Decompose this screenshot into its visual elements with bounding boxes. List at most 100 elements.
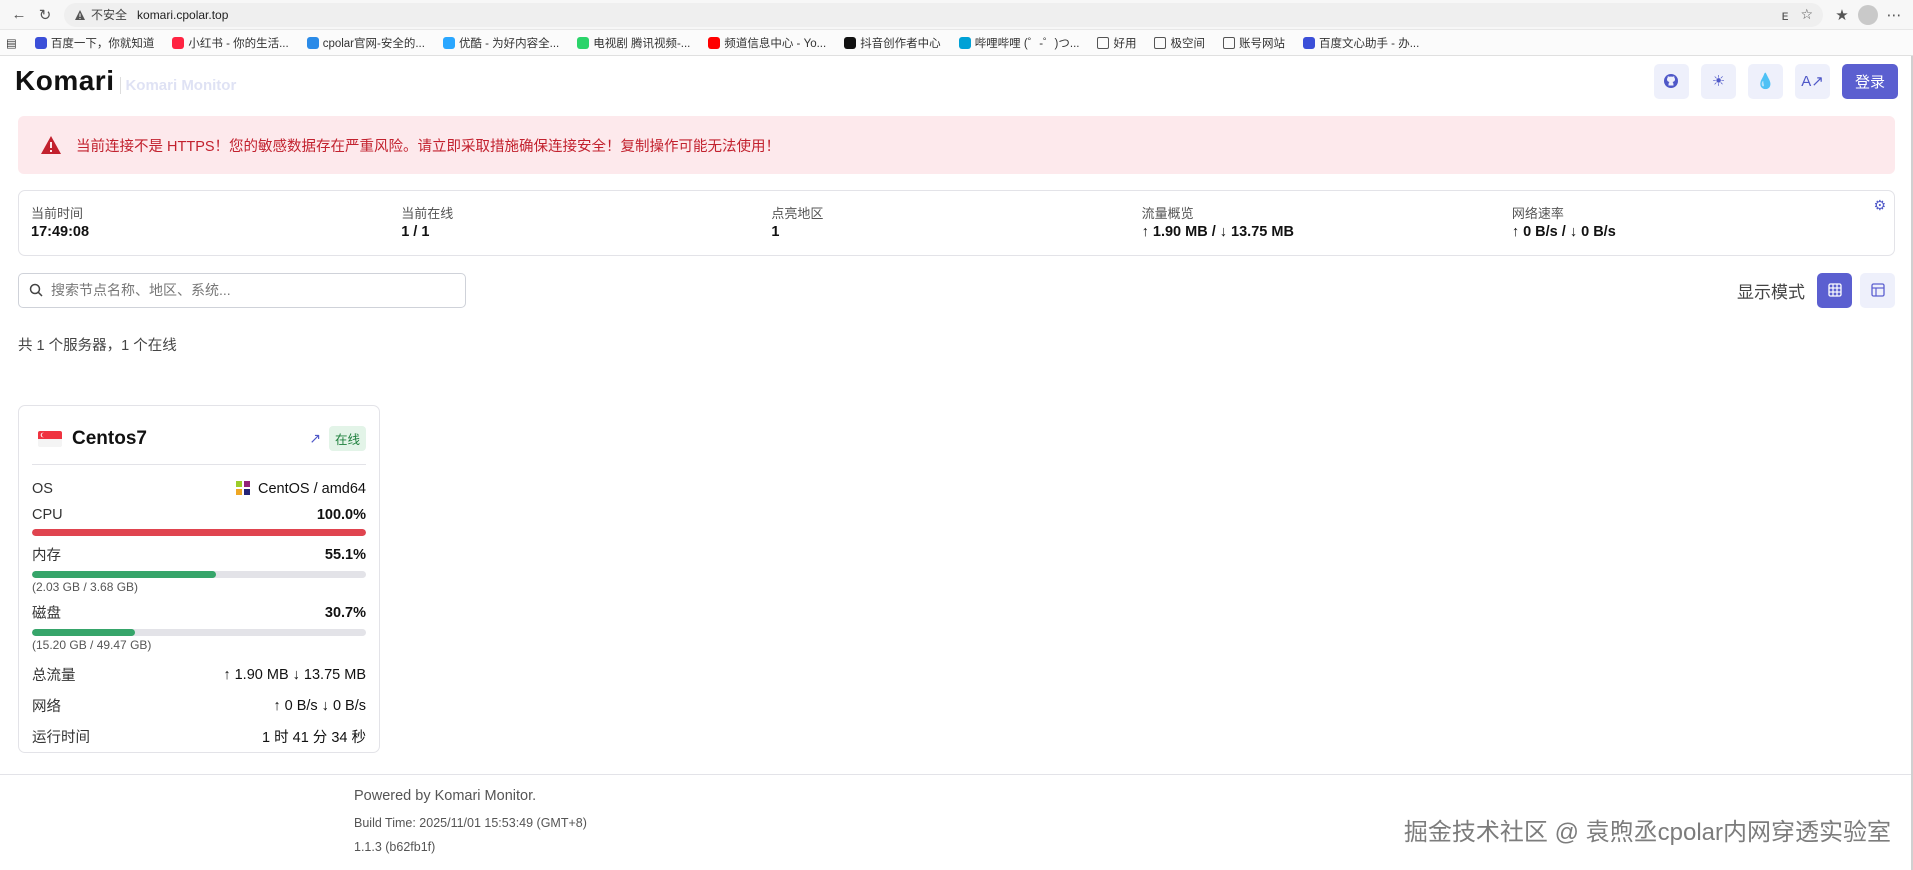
bookmark-item[interactable]: 账号网站: [1222, 35, 1285, 51]
more-icon[interactable]: ⋯: [1881, 2, 1907, 28]
os-label: OS: [32, 480, 53, 497]
settings-gear-icon[interactable]: ⚙: [1873, 197, 1886, 214]
server-card[interactable]: Centos7 ↗ 在线 OS CentOS / amd64 CPU 100.0…: [18, 405, 380, 753]
table-view-button[interactable]: [1860, 272, 1895, 308]
server-toolbar: 搜索节点名称、地区、系统... 显示模式: [18, 272, 1895, 308]
https-warning-alert: 当前连接不是 HTTPS！您的敏感数据存在严重风险。请立即采取措施确保连接安全！…: [18, 116, 1895, 174]
bookmark-item[interactable]: 电视剧 腾讯视频-...: [577, 35, 690, 51]
site-favicon-icon: [577, 36, 590, 49]
centos-logo-icon: [236, 481, 250, 495]
build-time: Build Time: 2025/11/01 15:53:49 (GMT+8): [354, 816, 587, 830]
translate-icon[interactable]: ᴇ: [1782, 7, 1789, 23]
bookmark-item[interactable]: 好用: [1097, 35, 1136, 51]
cpu-row: CPU 100.0%: [32, 507, 366, 523]
site-favicon-icon: [34, 36, 47, 49]
network-row: 网络 ↑ 0 B/s ↓ 0 B/s: [32, 695, 366, 716]
server-name[interactable]: Centos7: [72, 428, 147, 450]
favorites-icon[interactable]: ★: [1829, 2, 1855, 28]
status-badge: 在线: [328, 426, 366, 451]
bookmark-label: 优酷 - 为好内容全...: [458, 37, 560, 50]
stat-value: ↑ 0 B/s / ↓ 0 B/s: [1511, 224, 1616, 240]
site-favicon-icon: [708, 36, 721, 49]
folder-icon: [1097, 36, 1110, 49]
trend-chart-icon[interactable]: ↗: [309, 430, 321, 447]
stat-label: 当前时间: [31, 206, 84, 221]
bookmark-item[interactable]: 哔哩哔哩 (゜-゜)つ...: [958, 35, 1080, 51]
url-text[interactable]: komari.cpolar.top: [137, 8, 228, 22]
bookmark-item[interactable]: 抖音创作者中心: [844, 35, 941, 51]
insecure-label: 不安全: [91, 8, 128, 22]
disk-progress-fill: [32, 629, 135, 636]
cpu-value: 100.0%: [316, 507, 366, 523]
server-summary: 共 1 个服务器，1 个在线: [18, 338, 177, 354]
disk-row: 磁盘 30.7%: [32, 602, 366, 623]
stat-label: 网络速率: [1511, 206, 1564, 221]
network-label: 网络: [32, 699, 61, 715]
footer-divider: [0, 774, 1913, 775]
address-bar[interactable]: 不安全 komari.cpolar.top ᴇ ☆: [64, 2, 1823, 27]
bookmarks-bar: ▤ 百度一下，你就知道 小红书 - 你的生活... cpolar官网-安全的... 优…: [0, 30, 1913, 56]
footer: Powered by Komari Monitor. Build Time: 2…: [354, 788, 587, 854]
warning-icon: [75, 9, 85, 20]
stat-item: 流量概览 ↑ 1.90 MB / ↓ 13.75 MB: [1142, 203, 1512, 243]
site-favicon-icon: [844, 36, 857, 49]
os-value: CentOS / amd64: [258, 481, 366, 497]
site-favicon-icon: [306, 36, 319, 49]
bookmark-item[interactable]: 百度文心助手 - 办...: [1302, 35, 1420, 51]
bookmark-label: 哔哩哔哩 (゜-゜)つ...: [974, 37, 1080, 50]
stat-value: 17:49:08: [31, 224, 90, 240]
bookmarks-menu-icon[interactable]: ▤: [6, 36, 17, 50]
bookmark-label: 小红书 - 你的生活...: [188, 37, 289, 50]
app-header: Komari Komari Monitor ☀ 💧 A↗ 登录: [0, 56, 1913, 106]
search-input[interactable]: 搜索节点名称、地区、系统...: [51, 280, 231, 300]
bookmark-item[interactable]: 频道信息中心 - Yo...: [708, 35, 826, 51]
github-icon[interactable]: [1653, 63, 1689, 99]
memory-detail: (2.03 GB / 3.68 GB): [32, 580, 139, 594]
uptime-value: 1 时 41 分 34 秒: [262, 730, 366, 746]
site-favicon-icon: [172, 36, 185, 49]
bookmark-item[interactable]: 百度一下，你就知道: [34, 35, 154, 51]
powered-by[interactable]: Powered by Komari Monitor.: [354, 788, 587, 804]
bookmark-label: 极空间: [1170, 37, 1205, 50]
stat-item: 网络速率 ↑ 0 B/s / ↓ 0 B/s: [1512, 203, 1882, 243]
stat-item: 当前时间 17:49:08: [31, 203, 401, 243]
site-favicon-icon: [442, 36, 455, 49]
bookmark-label: 百度文心助手 - 办...: [1318, 37, 1420, 50]
search-field[interactable]: 搜索节点名称、地区、系统...: [18, 272, 466, 308]
bookmark-label: 账号网站: [1238, 37, 1285, 50]
color-drop-icon[interactable]: 💧: [1747, 63, 1783, 99]
logo[interactable]: Komari: [15, 65, 114, 97]
insecure-indicator[interactable]: 不安全: [74, 6, 127, 23]
cpu-progress-bar: [32, 529, 366, 536]
watermark: 掘金技术社区 @ 袁煦丞cpolar内网穿透实验室: [1403, 819, 1891, 846]
app-root: Komari Komari Monitor ☀ 💧 A↗ 登录 当前连接不是 H…: [0, 56, 1913, 870]
bookmark-item[interactable]: 极空间: [1154, 35, 1205, 51]
theme-toggle-icon[interactable]: ☀: [1700, 63, 1736, 99]
profile-avatar[interactable]: [1855, 2, 1881, 28]
stat-label: 流量概览: [1141, 206, 1194, 221]
network-value: ↑ 0 B/s ↓ 0 B/s: [273, 697, 366, 714]
language-icon[interactable]: A↗: [1794, 63, 1830, 99]
bookmark-item[interactable]: 小红书 - 你的生活...: [172, 35, 289, 51]
search-icon: [29, 283, 43, 297]
bookmark-label: cpolar官网-安全的...: [322, 37, 425, 50]
memory-value: 55.1%: [324, 546, 366, 563]
bookmark-label: 好用: [1113, 37, 1137, 50]
traffic-label: 总流量: [32, 668, 76, 684]
stat-label: 当前在线: [401, 206, 454, 221]
stats-panel: 当前时间 17:49:08 当前在线 1 / 1 点亮地区 1 流量概览 ↑ 1.90 MB …: [18, 190, 1895, 256]
cpu-progress-fill: [32, 529, 366, 536]
bookmark-item[interactable]: 优酷 - 为好内容全...: [442, 35, 560, 51]
site-favicon-icon: [958, 36, 971, 49]
bookmark-label: 电视剧 腾讯视频-...: [593, 37, 691, 50]
bookmark-item[interactable]: cpolar官网-安全的...: [306, 35, 425, 51]
folder-icon: [1222, 36, 1235, 49]
disk-progress-bar: [32, 629, 366, 636]
grid-view-button[interactable]: [1817, 272, 1852, 308]
star-icon[interactable]: ☆: [1800, 6, 1813, 23]
singapore-flag-icon: [38, 430, 62, 447]
login-button[interactable]: 登录: [1841, 63, 1898, 99]
stat-value: ↑ 1.90 MB / ↓ 13.75 MB: [1141, 224, 1294, 240]
reload-icon[interactable]: ↻: [32, 2, 58, 28]
back-icon[interactable]: ←: [6, 2, 32, 28]
